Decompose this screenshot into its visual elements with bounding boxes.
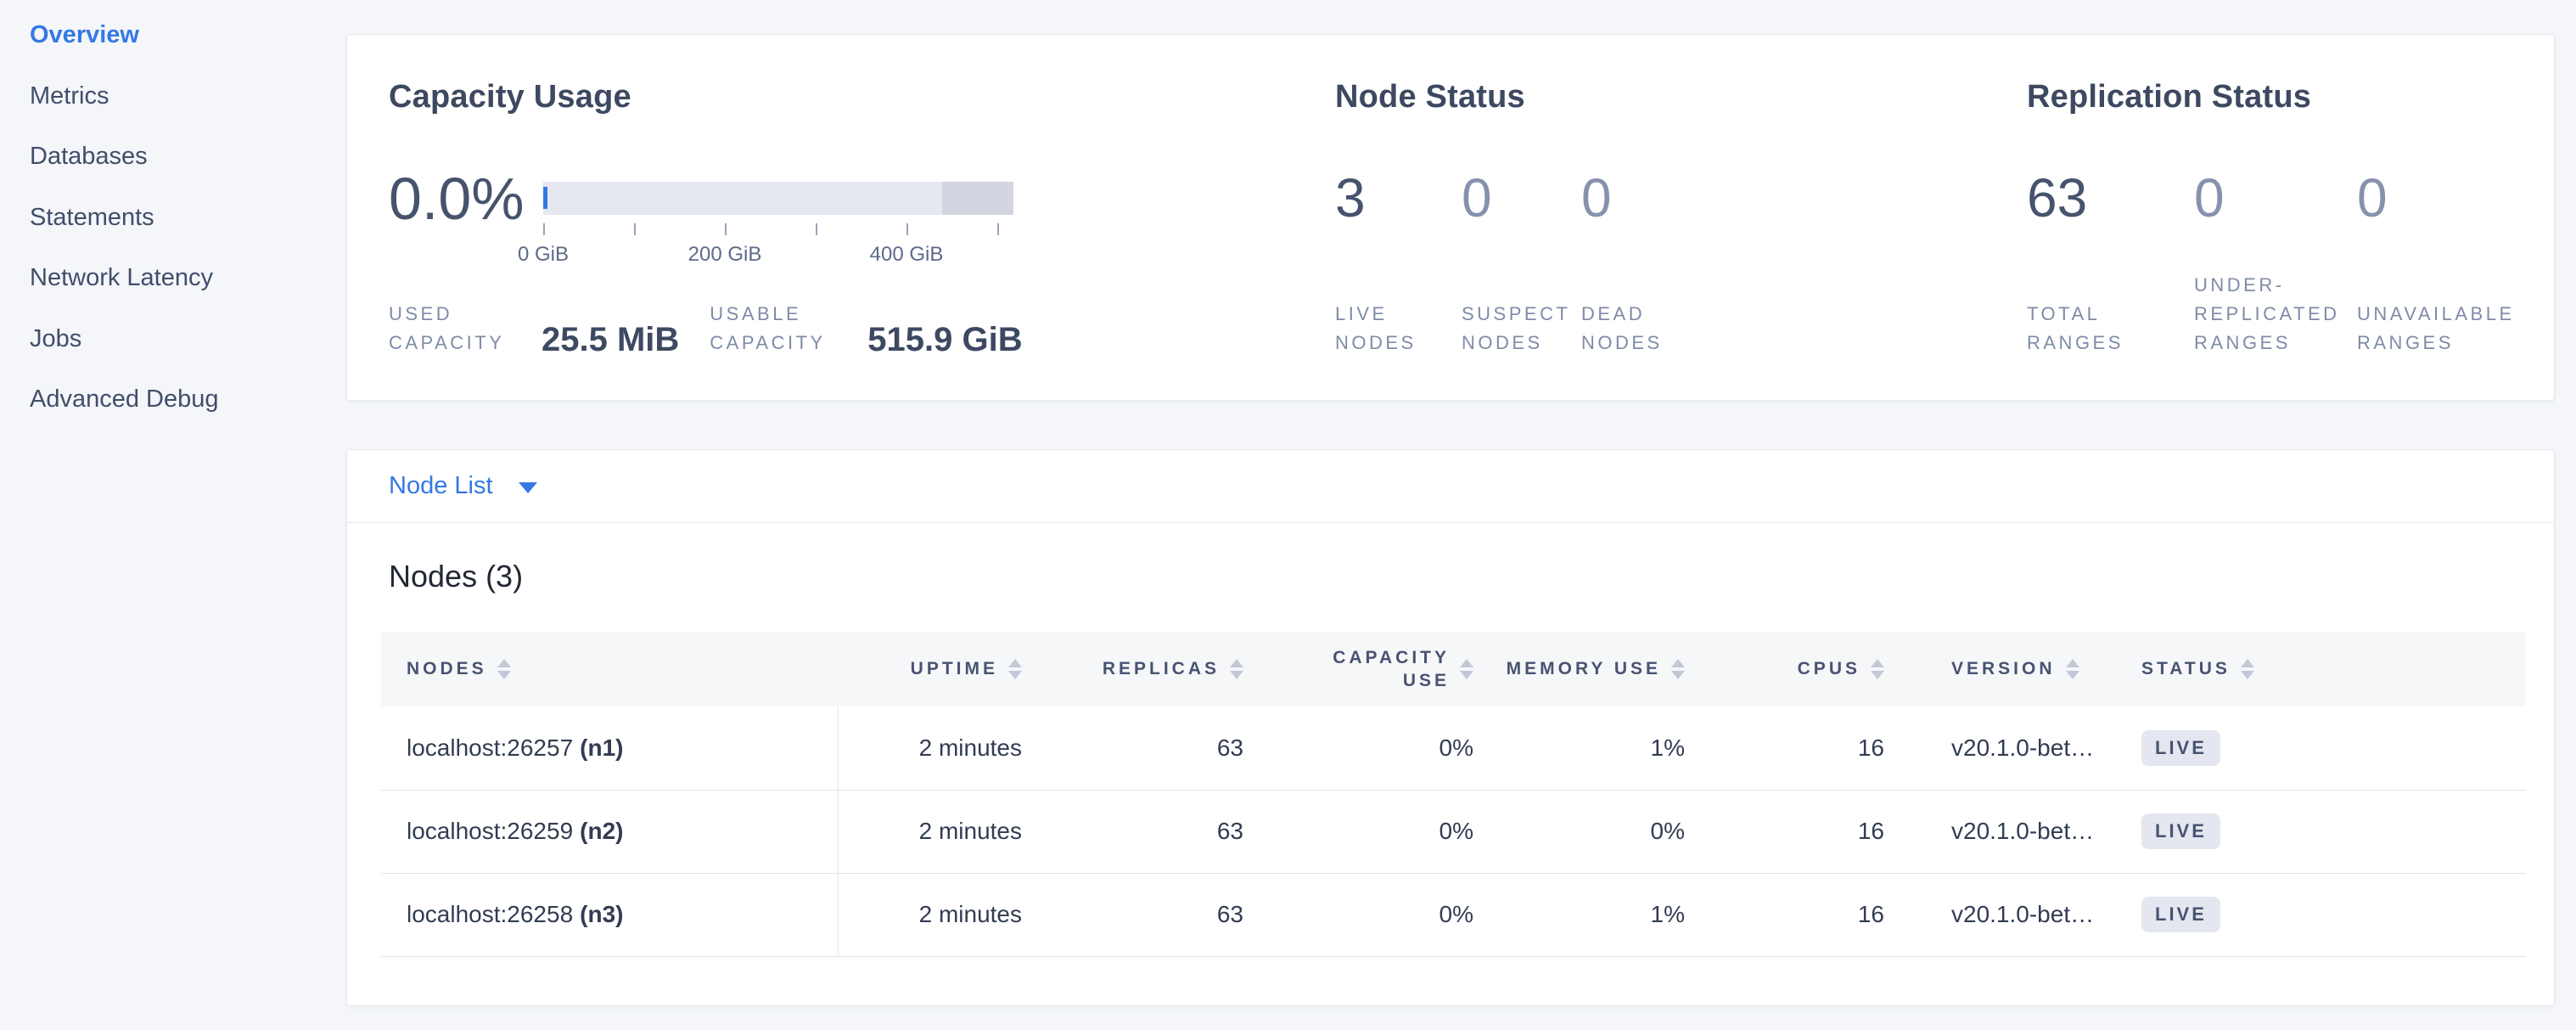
capacity-use-cell: 0% (1274, 706, 1504, 790)
used-capacity-label: USED CAPACITY (389, 300, 526, 357)
nodes-table: NODES UPTIME REPLICAS CAPACITY USE MEMOR… (381, 632, 2526, 957)
total-ranges-value: 63 (2027, 171, 2194, 225)
node-address-cell: localhost:26259(n2) (381, 790, 838, 873)
suspect-nodes-label: SUSPECT NODES (1462, 300, 1581, 357)
sidebar-item-metrics[interactable]: Metrics (30, 66, 310, 127)
sort-icon (2066, 659, 2079, 679)
column-header-version[interactable]: VERSION (1915, 632, 2106, 706)
live-nodes-value: 3 (1335, 171, 1462, 225)
sort-icon (1460, 659, 1473, 679)
sidebar-item-overview[interactable]: Overview (30, 5, 310, 66)
capacity-usage-bar: 0 GiB 200 GiB 400 GiB (543, 182, 1013, 275)
sidebar-item-jobs[interactable]: Jobs (30, 309, 310, 370)
axis-tick (634, 223, 636, 235)
sort-icon (497, 659, 511, 679)
axis-label-200gib: 200 GiB (688, 243, 762, 267)
sidebar-item-databases[interactable]: Databases (30, 127, 310, 188)
used-capacity-value: 25.5 MiB (542, 322, 679, 357)
version-cell: v20.1.0-bet… (1915, 790, 2106, 873)
suspect-nodes-value: 0 (1462, 171, 1581, 225)
table-row: localhost:26257(n1) 2 minutes 63 0% 1% 1… (381, 706, 2526, 790)
table-header-row: NODES UPTIME REPLICAS CAPACITY USE MEMOR… (381, 632, 2526, 706)
replicas-cell: 63 (1052, 873, 1274, 956)
chevron-down-icon (519, 482, 537, 493)
capacity-usage-title: Capacity Usage (389, 79, 631, 115)
cpus-cell: 16 (1715, 873, 1915, 956)
column-header-replicas[interactable]: REPLICAS (1052, 632, 1274, 706)
memory-use-cell: 0% (1504, 790, 1715, 873)
replication-status-title: Replication Status (2027, 79, 2311, 115)
replication-status-panel: Replication Status 63 0 0 TOTAL RANGES U… (2027, 35, 2553, 400)
column-header-nodes[interactable]: NODES (381, 632, 838, 706)
status-badge: LIVE (2141, 730, 2220, 766)
sort-icon (1230, 659, 1243, 679)
memory-use-cell: 1% (1504, 706, 1715, 790)
memory-use-cell: 1% (1504, 873, 1715, 956)
under-replicated-ranges-label: UNDER-REPLICATED RANGES (2194, 271, 2357, 357)
table-row: localhost:26258(n3) 2 minutes 63 0% 1% 1… (381, 873, 2526, 956)
live-nodes-label: LIVE NODES (1335, 300, 1462, 357)
under-replicated-ranges-value: 0 (2194, 171, 2357, 225)
node-address-cell: localhost:26257(n1) (381, 706, 838, 790)
axis-tick (906, 223, 908, 235)
sort-icon (1871, 659, 1884, 679)
capacity-use-cell: 0% (1274, 790, 1504, 873)
node-status-panel: Node Status 3 0 0 LIVE NODES SUSPECT NOD… (1335, 35, 1997, 400)
capacity-bar-reserved-segment (942, 182, 1013, 215)
usable-capacity-value: 515.9 GiB (867, 322, 1022, 357)
status-cell: LIVE (2106, 873, 2526, 956)
cpus-cell: 16 (1715, 706, 1915, 790)
replicas-cell: 63 (1052, 790, 1274, 873)
capacity-usage-panel: Capacity Usage 0.0% 0 GiB 200 GiB (389, 35, 1365, 400)
column-header-uptime[interactable]: UPTIME (838, 632, 1052, 706)
sort-icon (2241, 659, 2254, 679)
column-header-memory-use[interactable]: MEMORY USE (1504, 632, 1715, 706)
axis-tick (725, 223, 727, 235)
version-cell: v20.1.0-bet… (1915, 873, 2106, 956)
dead-nodes-value: 0 (1581, 171, 1734, 225)
view-selector-row: Node List (347, 450, 2554, 523)
dead-nodes-label: DEAD NODES (1581, 300, 1734, 357)
uptime-cell: 2 minutes (838, 873, 1052, 956)
status-cell: LIVE (2106, 790, 2526, 873)
cluster-summary-card: Capacity Usage 0.0% 0 GiB 200 GiB (346, 34, 2555, 401)
usable-capacity-label: USABLE CAPACITY (710, 300, 852, 357)
unavailable-ranges-value: 0 (2357, 171, 2544, 225)
sidebar-item-advanced-debug[interactable]: Advanced Debug (30, 369, 310, 431)
axis-label-400gib: 400 GiB (870, 243, 944, 267)
column-header-cpus[interactable]: CPUS (1715, 632, 1915, 706)
unavailable-ranges-label: UNAVAILABLE RANGES (2357, 300, 2544, 357)
replicas-cell: 63 (1052, 706, 1274, 790)
column-header-capacity-use[interactable]: CAPACITY USE (1274, 632, 1504, 706)
uptime-cell: 2 minutes (838, 706, 1052, 790)
node-address-cell: localhost:26258(n3) (381, 873, 838, 956)
version-cell: v20.1.0-bet… (1915, 706, 2106, 790)
sidebar-item-statements[interactable]: Statements (30, 188, 310, 249)
column-header-status[interactable]: STATUS (2106, 632, 2526, 706)
uptime-cell: 2 minutes (838, 790, 1052, 873)
status-cell: LIVE (2106, 706, 2526, 790)
capacity-bar-used-marker (543, 187, 547, 209)
axis-tick (997, 223, 999, 235)
nodes-section-title: Nodes (3) (389, 559, 2554, 594)
axis-tick (543, 223, 545, 235)
sidebar: Overview Metrics Databases Statements Ne… (0, 0, 346, 1030)
status-badge: LIVE (2141, 813, 2220, 849)
cpus-cell: 16 (1715, 790, 1915, 873)
sidebar-item-network-latency[interactable]: Network Latency (30, 248, 310, 309)
axis-tick (816, 223, 817, 235)
node-status-title: Node Status (1335, 79, 1525, 115)
sort-icon (1671, 659, 1685, 679)
sort-icon (1008, 659, 1022, 679)
status-badge: LIVE (2141, 897, 2220, 932)
total-ranges-label: TOTAL RANGES (2027, 300, 2194, 357)
node-list-dropdown[interactable]: Node List (389, 472, 537, 500)
node-list-dropdown-label: Node List (389, 472, 493, 500)
node-list-card: Node List Nodes (3) NODES UPTIME (346, 449, 2555, 1006)
axis-label-0gib: 0 GiB (518, 243, 569, 267)
capacity-use-cell: 0% (1274, 873, 1504, 956)
capacity-bar-track (543, 182, 1013, 215)
table-row: localhost:26259(n2) 2 minutes 63 0% 0% 1… (381, 790, 2526, 873)
